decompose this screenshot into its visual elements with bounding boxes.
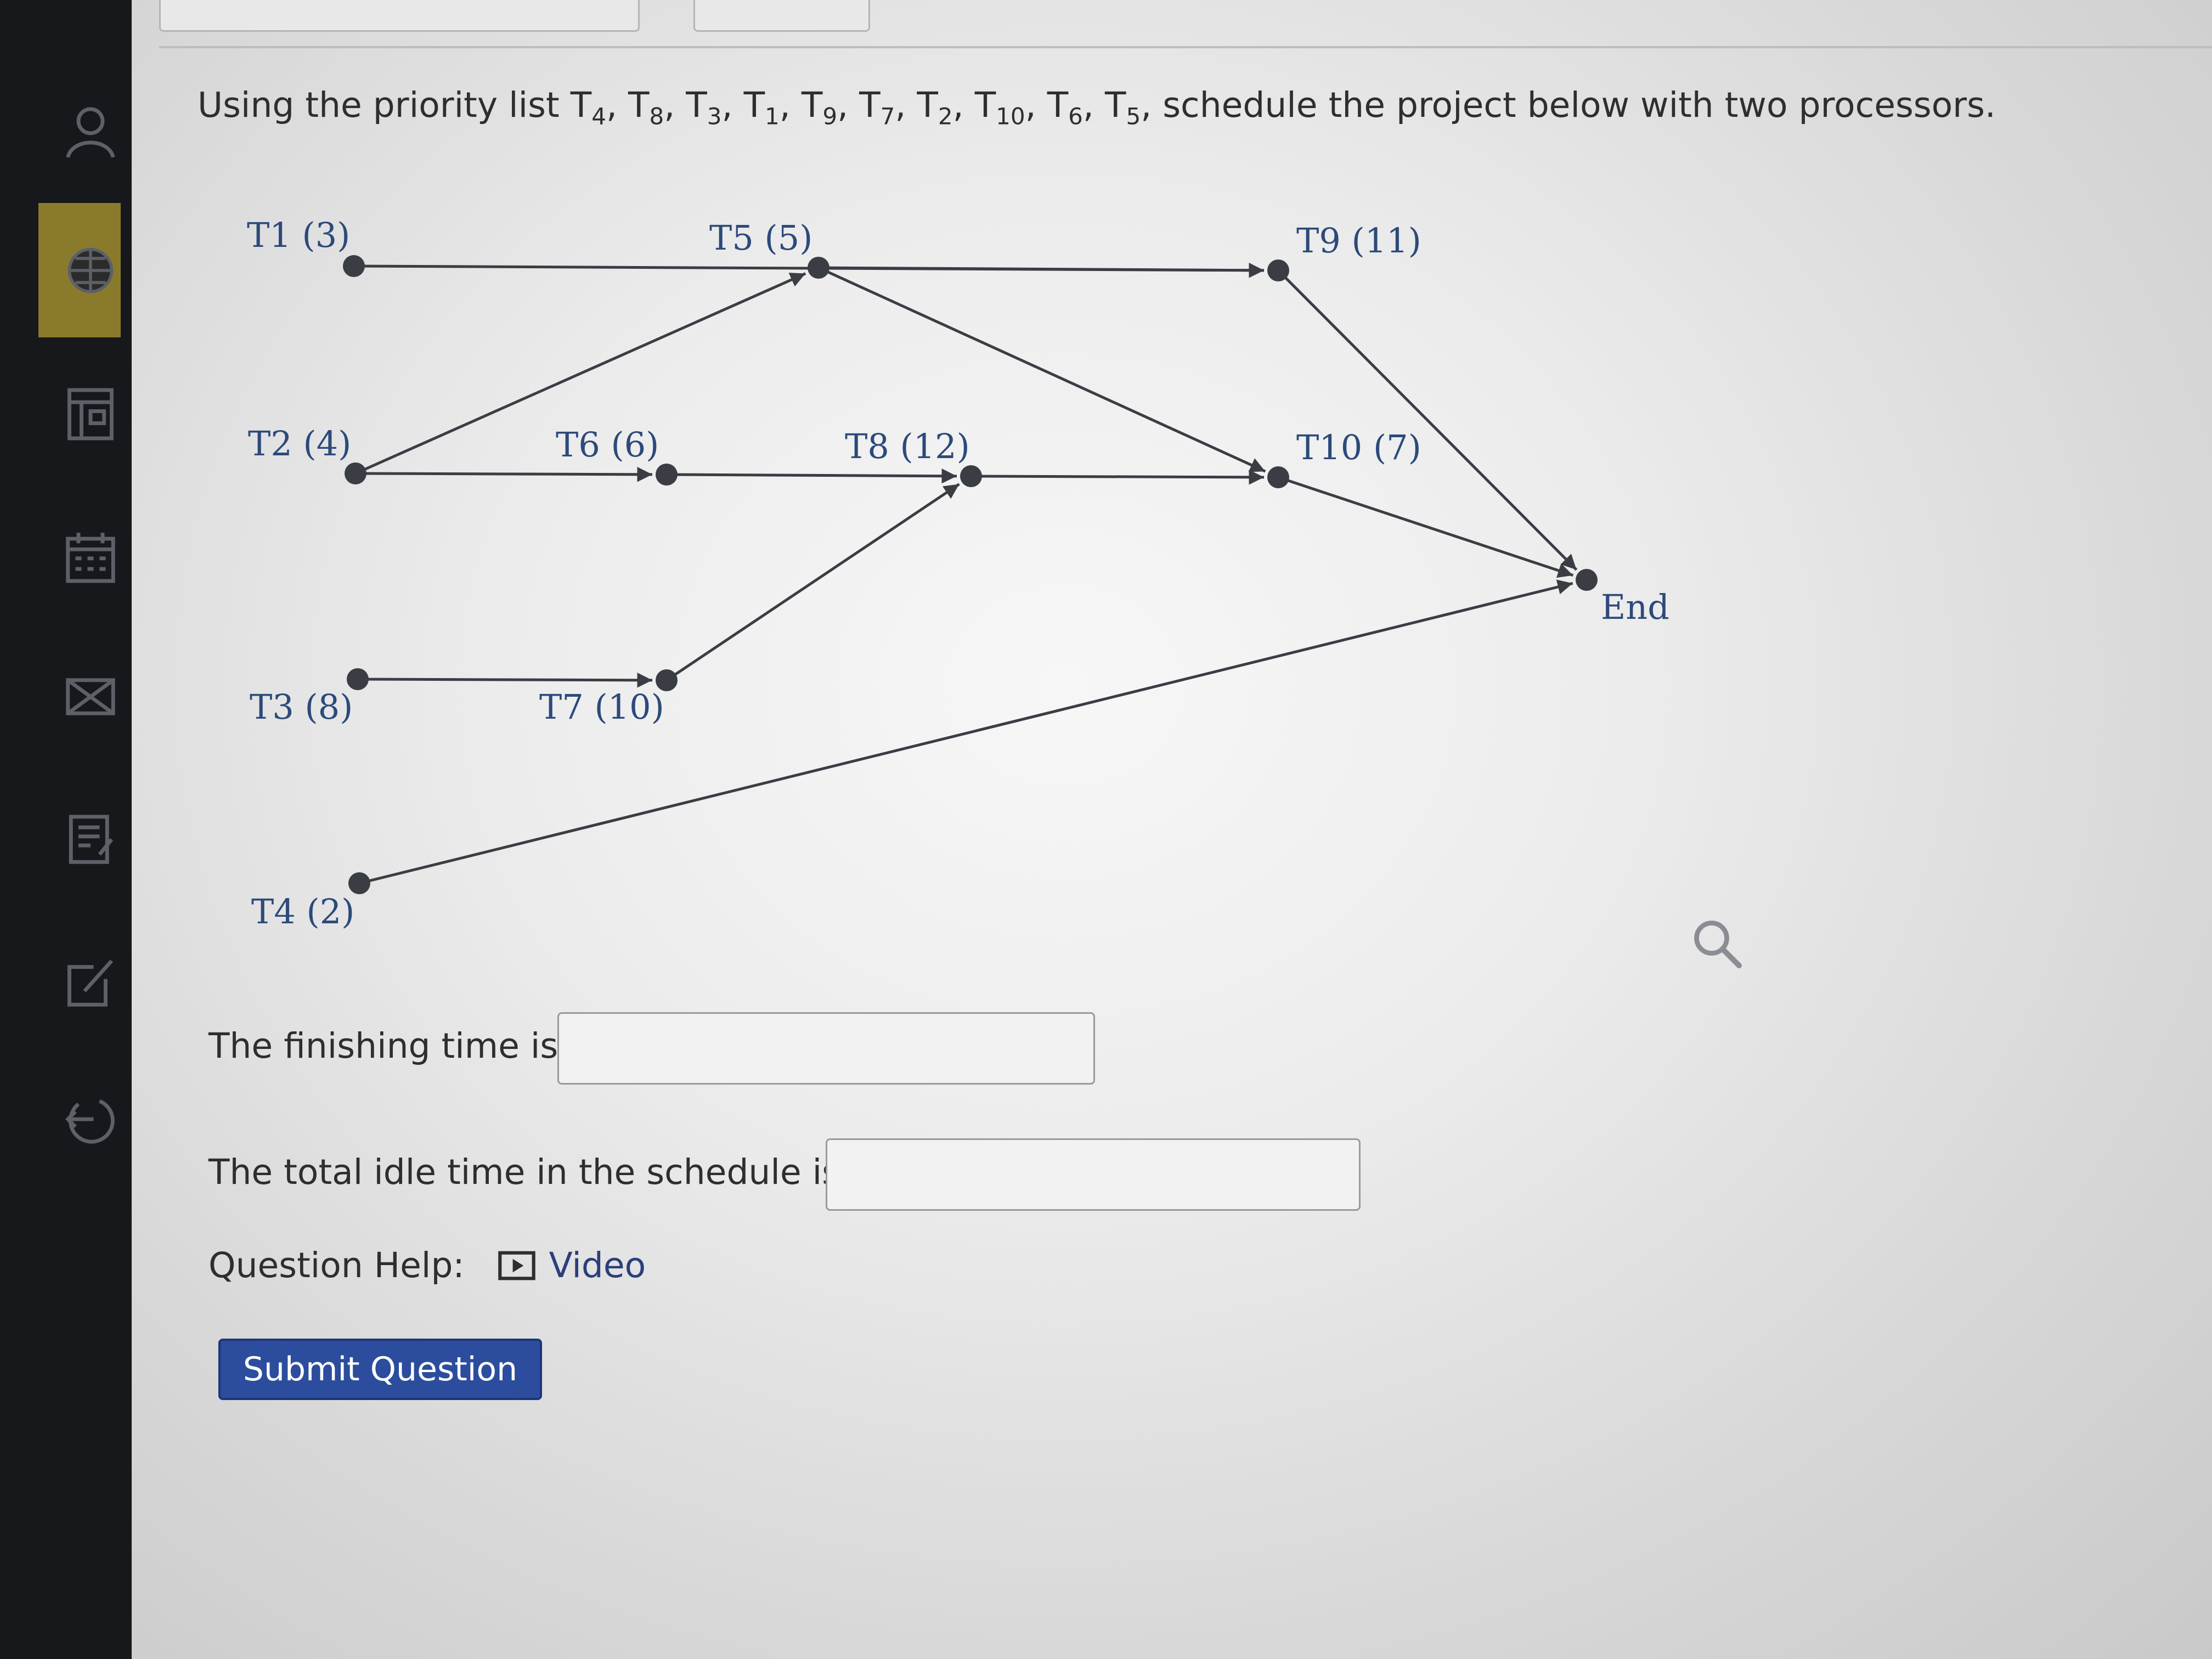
- video-label: Video: [549, 1245, 646, 1285]
- video-icon: [498, 1251, 535, 1280]
- user-icon[interactable]: [55, 96, 126, 167]
- notes-icon[interactable]: [55, 804, 126, 875]
- node-t8: [960, 465, 982, 487]
- submit-question-button[interactable]: Submit Question: [218, 1339, 542, 1400]
- calendar-icon[interactable]: [55, 521, 126, 592]
- mail-icon[interactable]: [55, 661, 126, 732]
- edge-t8-t10: [970, 470, 1265, 485]
- edge-t2-t6: [355, 467, 653, 482]
- edge-t3-t7: [357, 673, 653, 688]
- question-help: Question Help: Video: [208, 1245, 646, 1285]
- edit-icon[interactable]: [55, 946, 126, 1018]
- edge-t10-end: [1278, 476, 1574, 578]
- gradebook-icon[interactable]: [55, 379, 126, 450]
- finishing-time-input[interactable]: [557, 1012, 1095, 1085]
- main-content: Using the priority list T4, T8, T3, T1, …: [132, 0, 2212, 1659]
- node-label-t10: T10 (7): [1296, 427, 1421, 467]
- dependency-digraph: T1 (3) T2 (4) T3 (8) T4 (2) T5 (5) T6 (6) T7 (…: [247, 215, 1669, 932]
- globe-icon[interactable]: [55, 235, 126, 306]
- video-link[interactable]: Video: [498, 1245, 646, 1285]
- idle-time-input[interactable]: [826, 1138, 1361, 1211]
- search-icon[interactable]: [1690, 916, 1745, 971]
- node-end: [1576, 569, 1598, 591]
- node-label-t9: T9 (11): [1296, 221, 1421, 261]
- node-label-t4: T4 (2): [251, 891, 354, 932]
- node-t1: [343, 255, 365, 277]
- node-t5: [808, 257, 830, 279]
- edge-t6-t8: [666, 468, 957, 484]
- edge-t9-end: [1277, 269, 1578, 571]
- finishing-time-label: The finishing time is:: [208, 1026, 570, 1066]
- edge-t7-t8: [665, 483, 960, 682]
- node-label-t8: T8 (12): [845, 426, 970, 466]
- idle-time-label: The total idle time in the schedule is:: [208, 1152, 852, 1192]
- edge-t5-t9: [818, 262, 1265, 278]
- logout-icon[interactable]: [55, 1084, 126, 1155]
- node-label-end: End: [1601, 587, 1669, 627]
- node-label-t5: T5 (5): [709, 218, 812, 258]
- node-label-t3: T3 (8): [250, 687, 353, 727]
- node-t9: [1267, 259, 1289, 281]
- node-t4: [348, 872, 370, 894]
- sidebar: [0, 0, 132, 1659]
- node-label-t6: T6 (6): [556, 425, 659, 465]
- node-t2: [345, 462, 366, 484]
- edge-t4-end: [359, 579, 1573, 885]
- node-label-t7: T7 (10): [539, 687, 664, 727]
- node-t10: [1267, 466, 1289, 488]
- node-t6: [656, 464, 678, 486]
- node-label-t1: T1 (3): [247, 215, 350, 255]
- node-label-t2: T2 (4): [248, 424, 351, 464]
- question-help-label: Question Help:: [208, 1245, 465, 1285]
